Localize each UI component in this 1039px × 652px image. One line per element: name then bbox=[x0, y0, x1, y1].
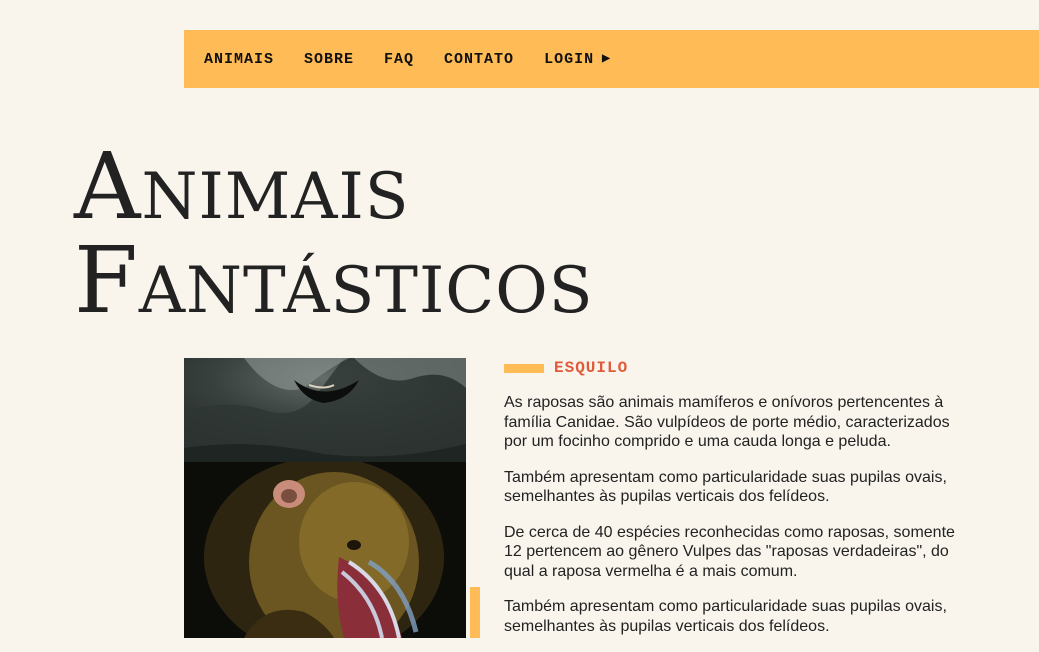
mandrill-photo bbox=[184, 462, 466, 638]
page-title-line1: Animais bbox=[74, 133, 410, 240]
paragraph-3: De cerca de 40 espécies reconhecidas com… bbox=[504, 523, 955, 580]
wolf-photo bbox=[184, 358, 466, 462]
section-label: ESQUILO bbox=[504, 359, 628, 377]
mandrill-image bbox=[184, 462, 466, 638]
article-body: As raposas são animais mamíferos e onívo… bbox=[504, 393, 974, 652]
login-label: LOGIN bbox=[544, 50, 595, 68]
top-nav: ANIMAIS SOBRE FAQ CONTATO LOGIN ▶ bbox=[184, 30, 1039, 88]
paragraph-1: As raposas são animais mamíferos e onívo… bbox=[504, 394, 950, 450]
nav-item-contato: CONTATO bbox=[444, 51, 544, 68]
nav-item-animais: ANIMAIS bbox=[204, 51, 304, 68]
nav-item-sobre: SOBRE bbox=[304, 51, 384, 68]
accent-strip bbox=[470, 587, 480, 638]
section-label-text: ESQUILO bbox=[554, 359, 629, 377]
label-bar bbox=[504, 363, 544, 373]
nav-link-faq[interactable]: FAQ bbox=[384, 51, 414, 68]
nav-link-contato[interactable]: CONTATO bbox=[444, 51, 514, 68]
page-title: Animais Fantásticos bbox=[74, 140, 594, 328]
nav-menu: ANIMAIS SOBRE FAQ CONTATO LOGIN ▶ bbox=[184, 51, 641, 68]
paragraph-4: Também apresentam como particularidade s… bbox=[504, 598, 947, 635]
play-triangle-icon: ▶ bbox=[602, 54, 611, 65]
nav-item-login: LOGIN ▶ bbox=[544, 51, 641, 68]
paragraph-2: Também apresentam como particularidade s… bbox=[504, 468, 947, 506]
nav-item-faq: FAQ bbox=[384, 51, 444, 68]
wolf-image bbox=[184, 358, 466, 462]
nav-link-login[interactable]: LOGIN ▶ bbox=[544, 51, 611, 68]
nav-link-animais[interactable]: ANIMAIS bbox=[204, 51, 274, 68]
page-title-line2: Fantásticos bbox=[74, 227, 594, 334]
nav-link-sobre[interactable]: SOBRE bbox=[304, 51, 354, 68]
